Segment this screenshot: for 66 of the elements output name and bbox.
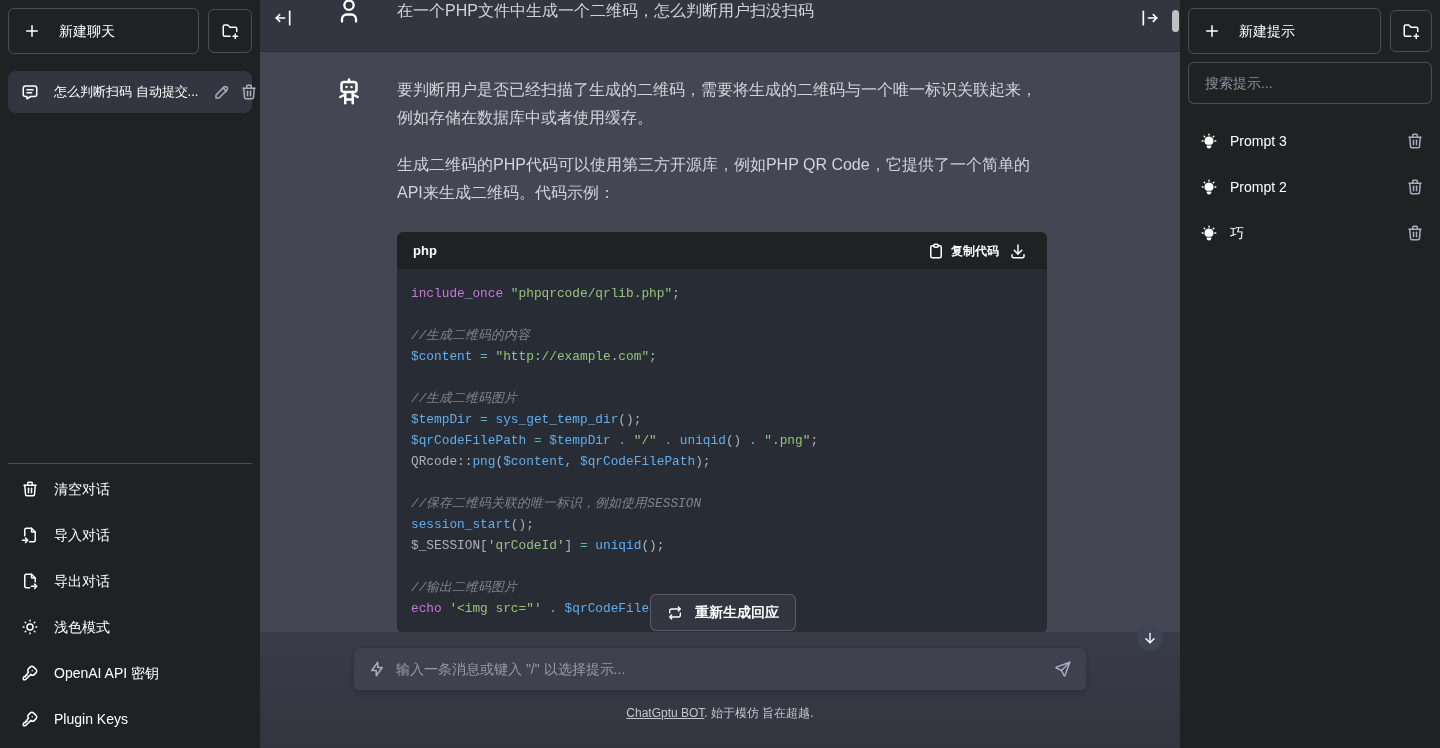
chat-bubble-icon bbox=[21, 83, 39, 101]
arrow-down-icon bbox=[1142, 630, 1158, 646]
plus-icon bbox=[23, 22, 41, 40]
trash-icon[interactable] bbox=[1406, 178, 1424, 196]
message-input[interactable]: 输入一条消息或键入 "/" 以选择提示... bbox=[396, 657, 1044, 681]
new-folder-button[interactable] bbox=[208, 9, 252, 53]
code-line: $content = "http://example.com"; bbox=[411, 348, 657, 366]
code-line: //生成二维码的内容 bbox=[411, 327, 531, 345]
sidebar-menu-item[interactable]: 浅色模式 bbox=[8, 606, 252, 648]
trash-icon[interactable] bbox=[240, 83, 259, 101]
file-import-icon bbox=[21, 526, 39, 544]
repeat-icon bbox=[667, 604, 683, 621]
key-icon bbox=[21, 710, 39, 728]
new-prompt-button[interactable]: 新建提示 bbox=[1188, 8, 1381, 54]
folder-plus-icon bbox=[1402, 22, 1420, 40]
sun-icon bbox=[21, 618, 39, 636]
lightbulb-icon bbox=[1200, 132, 1218, 150]
conversation-title: 怎么判断扫码 自动提交... bbox=[54, 83, 199, 102]
clipboard-icon bbox=[927, 241, 945, 260]
code-language: php bbox=[413, 241, 437, 260]
lightbulb-icon bbox=[1200, 224, 1218, 242]
footer-text: ChatGptu BOT. 始于模仿 旨在超越. bbox=[626, 705, 814, 721]
send-icon[interactable] bbox=[1054, 660, 1072, 678]
sidebar-toggle-icon[interactable] bbox=[273, 8, 293, 28]
code-line: QRcode::png($content, $qrCodeFilePath); bbox=[411, 453, 711, 471]
copy-code-button[interactable]: 复制代码 bbox=[927, 241, 999, 260]
sidebar-menu-item[interactable]: OpenAI API 密钥 bbox=[8, 652, 252, 694]
prompt-item[interactable]: 巧 bbox=[1188, 212, 1432, 254]
code-line: $qrCodeFilePath = $tempDir . "/" . uniqid() . ".png"; bbox=[411, 432, 819, 450]
code-line: include_once "phpqrcode/qrlib.php"; bbox=[411, 285, 680, 303]
code-line: $tempDir = sys_get_temp_dir(); bbox=[411, 411, 642, 429]
code-line: echo '<img src="' . $qrCodeFile bbox=[411, 600, 650, 618]
lightning-icon[interactable] bbox=[368, 660, 386, 678]
prompt-item[interactable]: Prompt 3 bbox=[1188, 120, 1432, 162]
prompt-name: Prompt 3 bbox=[1230, 131, 1287, 151]
prompt-name: 巧 bbox=[1230, 223, 1244, 243]
lightbulb-icon bbox=[1200, 178, 1218, 196]
folder-plus-icon bbox=[221, 22, 239, 40]
footer-link[interactable]: ChatGptu BOT bbox=[626, 706, 705, 720]
key-icon bbox=[21, 664, 39, 682]
prompt-item[interactable]: Prompt 2 bbox=[1188, 166, 1432, 208]
message-text: 要判断用户是否已经扫描了生成的二维码，需要将生成的二维码与一个唯一标识关联起来，例如存储在数据库中或者使用缓存。 bbox=[397, 80, 1038, 128]
plus-icon bbox=[1203, 22, 1221, 40]
download-icon[interactable] bbox=[1009, 241, 1027, 260]
trash-icon bbox=[21, 480, 39, 498]
trash-icon[interactable] bbox=[1406, 224, 1424, 242]
message-text: 生成二维码的PHP代码可以使用第三方开源库，例如PHP QR Code，它提供了一个简单的API来生成二维码。代码示例： bbox=[397, 155, 1031, 203]
sidebar-menu-item[interactable]: 清空对话 bbox=[8, 468, 252, 510]
scrollbar-thumb[interactable] bbox=[1172, 10, 1179, 32]
code-line: //输出二维码图片 bbox=[411, 579, 518, 597]
sidebar-menu-item[interactable]: 导入对话 bbox=[8, 514, 252, 556]
code-line: session_start(); bbox=[411, 516, 534, 534]
code-line: //生成二维码图片 bbox=[411, 390, 518, 408]
code-line: $_SESSION['qrCodeId'] = uniqid(); bbox=[411, 537, 665, 555]
prompt-name: Prompt 2 bbox=[1230, 177, 1287, 197]
sidebar-menu-item[interactable]: 导出对话 bbox=[8, 560, 252, 602]
file-export-icon bbox=[21, 572, 39, 590]
regenerate-button[interactable]: 重新生成回应 bbox=[650, 594, 796, 631]
message-input-box[interactable]: 输入一条消息或键入 "/" 以选择提示... bbox=[353, 647, 1087, 691]
search-field[interactable]: 搜索提示... bbox=[1188, 62, 1432, 104]
sidebar-toggle-icon[interactable] bbox=[1140, 8, 1160, 28]
new-folder-button[interactable] bbox=[1390, 10, 1432, 52]
trash-icon[interactable] bbox=[1406, 132, 1424, 150]
message-text: 在一个PHP文件中生成一个二维码，怎么判断用户扫没扫码 bbox=[397, 1, 815, 21]
sidebar-menu-item[interactable]: Plugin Keys bbox=[8, 698, 252, 740]
new-chat-button[interactable]: 新建聊天 bbox=[8, 8, 199, 54]
